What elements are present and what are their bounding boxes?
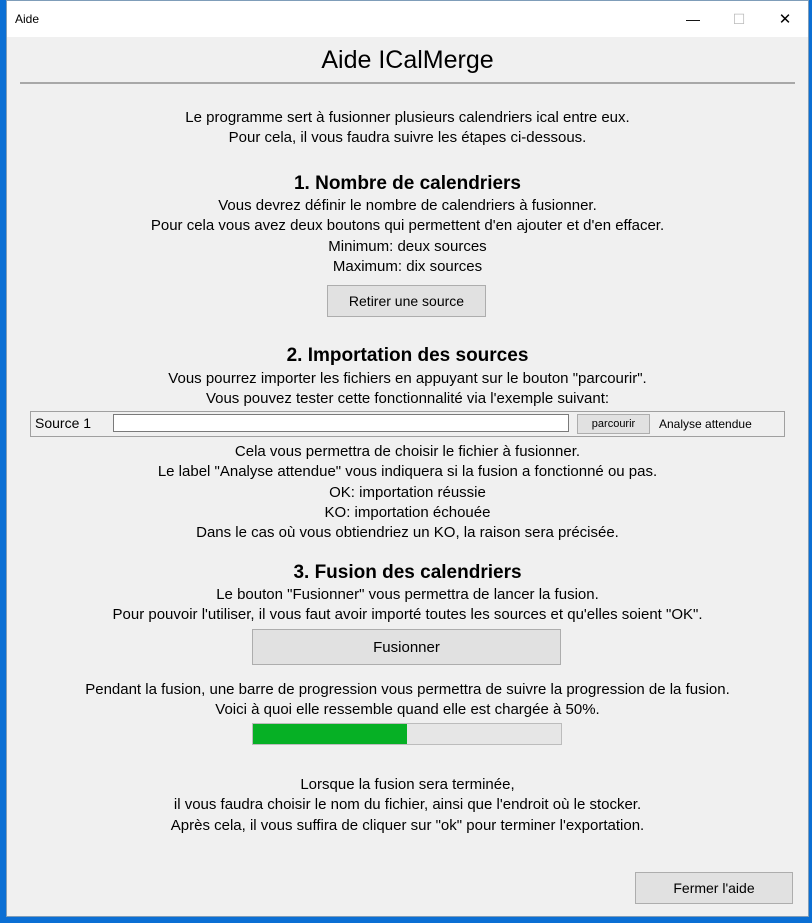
progress-fill (253, 724, 407, 744)
merge-button[interactable]: Fusionner (252, 629, 561, 665)
section3-line: Le bouton "Fusionner" vous permettra de … (216, 586, 599, 603)
section1-line: Vous devrez définir le nombre de calendr… (218, 197, 597, 214)
section3-line: Pour pouvoir l'utiliser, il vous faut av… (112, 606, 703, 624)
final-line: Lorsque la fusion sera terminée, (300, 776, 515, 793)
section2-line: Vous pourrez importer les fichiers en ap… (168, 370, 647, 387)
section2-text: Vous pourrez importer les fichiers en ap… (7, 369, 808, 410)
section2-heading: 2. Importation des sources (286, 345, 529, 366)
section2-after-line: KO: importation échouée (324, 503, 491, 521)
section1-line: Minimum: deux sources (328, 237, 487, 255)
final-line: Après cela, il vous suffira de cliquer s… (170, 816, 645, 834)
close-icon[interactable]: ✕ (762, 1, 808, 37)
source-path-input[interactable] (113, 414, 569, 432)
intro-text: Le programme sert à fusionner plusieurs … (7, 108, 808, 149)
analysis-status-label: Analyse attendue (659, 417, 752, 431)
section2-after-line: Dans le cas où vous obtiendriez un KO, l… (196, 524, 619, 542)
section2-after-line: OK: importation réussie (329, 483, 486, 501)
minimize-icon[interactable]: — (670, 1, 716, 37)
section2-after-line: Cela vous permettra de choisir le fichie… (234, 443, 581, 460)
close-help-button[interactable]: Fermer l'aide (635, 872, 793, 904)
section2-line: Vous pouvez tester cette fonctionnalité … (205, 390, 610, 408)
help-window: Aide — ☐ ✕ Aide ICalMerge Le programme s… (6, 0, 809, 917)
window-title: Aide (15, 12, 40, 26)
section2-after-line: Le label "Analyse attendue" vous indique… (157, 463, 658, 481)
progress-line: Voici à quoi elle ressemble quand elle e… (215, 701, 600, 719)
source-demo-row: Source 1 parcourir Analyse attendue (30, 411, 785, 437)
section3-text: Le bouton "Fusionner" vous permettra de … (7, 585, 808, 626)
remove-source-button[interactable]: Retirer une source (327, 285, 486, 317)
progress-text: Pendant la fusion, une barre de progress… (7, 680, 808, 721)
section1-line: Pour cela vous avez deux boutons qui per… (150, 217, 665, 235)
intro-line: Le programme sert à fusionner plusieurs … (185, 109, 630, 126)
final-line: il vous faudra choisir le nom du fichier… (173, 796, 642, 814)
page-title: Aide ICalMerge (321, 46, 494, 74)
maximize-icon[interactable]: ☐ (716, 1, 762, 37)
section3-heading: 3. Fusion des calendriers (293, 562, 522, 583)
title-divider (20, 82, 795, 84)
source-label: Source 1 (35, 415, 92, 431)
title-bar[interactable]: Aide — ☐ ✕ (7, 1, 808, 37)
intro-line: Pour cela, il vous faudra suivre les éta… (228, 129, 587, 147)
section1-heading: 1. Nombre de calendriers (293, 173, 522, 194)
progress-line: Pendant la fusion, une barre de progress… (85, 681, 730, 698)
section1-text: Vous devrez définir le nombre de calendr… (7, 196, 808, 277)
final-text: Lorsque la fusion sera terminée, il vous… (7, 775, 808, 836)
progress-bar (252, 723, 562, 745)
section1-line: Maximum: dix sources (332, 257, 483, 275)
browse-button[interactable]: parcourir (577, 414, 650, 434)
section2-after-text: Cela vous permettra de choisir le fichie… (7, 442, 808, 543)
